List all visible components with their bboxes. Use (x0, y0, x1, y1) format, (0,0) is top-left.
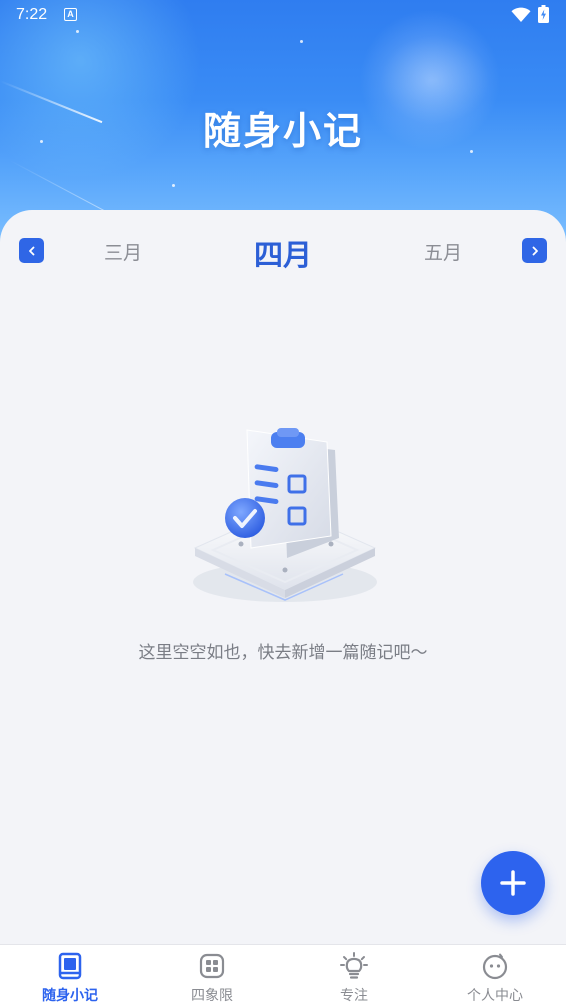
decor-star (172, 184, 175, 187)
tab-quadrant[interactable]: 四象限 (157, 945, 267, 1006)
next-month-button[interactable] (522, 238, 547, 263)
lightbulb-icon (340, 952, 368, 979)
prev-month-button[interactable] (19, 238, 44, 263)
decor-star (300, 40, 303, 43)
decor-star (76, 30, 79, 33)
chevron-left-icon (28, 246, 34, 255)
smiley-icon (482, 953, 508, 980)
next-month-label[interactable]: 五月 (403, 238, 483, 265)
chevron-right-icon (532, 246, 538, 255)
wifi-icon (511, 7, 531, 22)
add-note-button[interactable] (481, 851, 545, 915)
battery-icon (538, 5, 549, 23)
grid-icon (199, 953, 225, 979)
status-time: 7:22 (16, 6, 48, 23)
bottom-tab-bar: 随身小记 四象限 专注 个人中心 (0, 944, 566, 1006)
tab-label: 专注 (340, 988, 368, 1004)
prev-month-label[interactable]: 三月 (83, 238, 163, 265)
tab-focus[interactable]: 专注 (299, 945, 409, 1006)
tab-profile[interactable]: 个人中心 (440, 945, 550, 1006)
notebook-icon (58, 952, 82, 980)
tab-label: 四象限 (191, 988, 233, 1004)
status-bar: 7:22 A (0, 0, 566, 30)
clipboard-check-illustration (193, 428, 377, 602)
tab-label: 个人中心 (467, 988, 523, 1004)
tab-notes[interactable]: 随身小记 (15, 945, 125, 1006)
current-month-label: 四月 (253, 238, 312, 272)
notification-icon: A (64, 8, 77, 21)
month-navigator: 三月 四月 五月 (0, 228, 566, 278)
page-title: 随身小记 (202, 109, 363, 153)
empty-state-message: 这里空空如也，快去新增一篇随记吧～ (138, 643, 428, 663)
plus-icon (500, 870, 526, 896)
tab-label: 随身小记 (42, 988, 98, 1004)
